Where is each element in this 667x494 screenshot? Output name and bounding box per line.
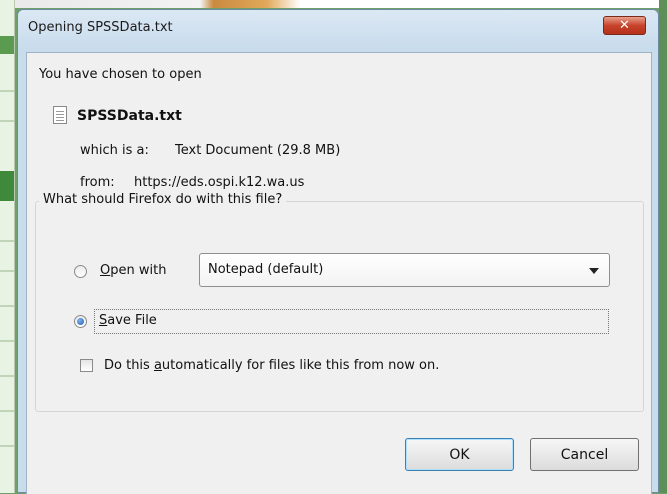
- remember-choice-label[interactable]: Do this automatically for files like thi…: [104, 358, 439, 373]
- remember-choice-checkbox[interactable]: [80, 359, 93, 372]
- download-dialog: Opening SPSSData.txt ✕ You have chosen t…: [17, 9, 659, 494]
- cancel-button[interactable]: Cancel: [530, 438, 639, 471]
- open-with-radio[interactable]: [74, 265, 87, 278]
- save-file-label[interactable]: Save File: [99, 313, 157, 328]
- save-file-focus-outline: [94, 309, 609, 334]
- intro-text: You have chosen to open: [39, 67, 202, 82]
- background-page-left: [0, 0, 15, 493]
- dialog-body: You have chosen to open SPSSData.txt whi…: [26, 52, 652, 494]
- close-icon: ✕: [619, 18, 630, 33]
- background-page-top: [0, 0, 667, 8]
- open-with-label[interactable]: Open with: [100, 263, 166, 278]
- save-file-radio[interactable]: [74, 315, 87, 328]
- file-type-value: Text Document (29.8 MB): [175, 143, 341, 158]
- action-group: [35, 201, 644, 412]
- ok-button[interactable]: OK: [405, 438, 514, 471]
- action-group-label: What should Firefox do with this file?: [39, 192, 287, 207]
- background-page-right: [659, 0, 667, 493]
- file-type-label: which is a:: [80, 143, 149, 158]
- chevron-down-icon: [589, 268, 599, 274]
- application-select-value: Notepad (default): [208, 262, 324, 277]
- title-bar[interactable]: Opening SPSSData.txt ✕: [18, 10, 658, 52]
- application-select[interactable]: Notepad (default): [199, 253, 610, 287]
- text-file-icon: [53, 106, 67, 124]
- source-url: https://eds.ospi.k12.wa.us: [134, 175, 305, 190]
- close-button[interactable]: ✕: [603, 16, 646, 35]
- dialog-title: Opening SPSSData.txt: [28, 20, 173, 35]
- source-label: from:: [80, 175, 115, 190]
- file-name: SPSSData.txt: [77, 108, 182, 124]
